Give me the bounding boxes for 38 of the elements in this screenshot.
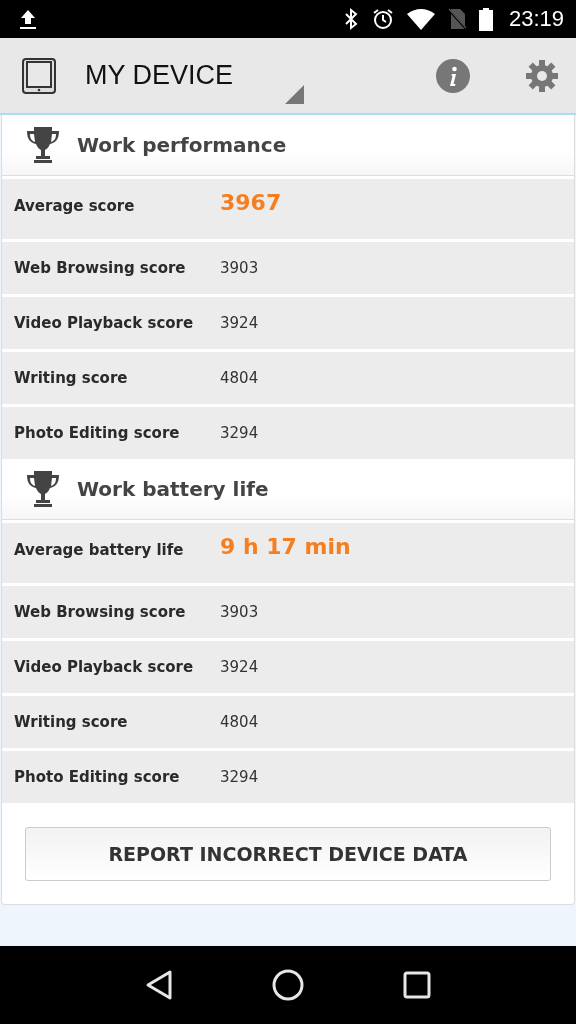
score-value: 3924	[220, 658, 259, 676]
dropdown-triangle-icon[interactable]	[285, 85, 304, 104]
score-label: Video Playback score	[14, 314, 195, 332]
trophy-icon	[26, 470, 60, 508]
score-value: 3903	[220, 603, 259, 621]
average-value: 9 h 17 min	[220, 534, 351, 559]
report-button[interactable]: REPORT INCORRECT DEVICE DATA	[25, 827, 551, 881]
score-label: Writing score	[14, 713, 129, 731]
score-label: Photo Editing score	[14, 424, 181, 442]
score-value: 3924	[220, 314, 259, 332]
score-label: Photo Editing score	[14, 768, 181, 786]
battery-icon	[478, 7, 493, 31]
recent-apps-icon[interactable]	[403, 971, 432, 999]
back-icon[interactable]	[144, 969, 173, 1001]
score-label: Average score	[14, 197, 136, 215]
clock-time: 23:19	[508, 6, 564, 32]
score-value: 4804	[220, 713, 259, 731]
score-label: Writing score	[14, 369, 129, 387]
score-label: Web Browsing score	[14, 259, 187, 277]
score-value: 3903	[220, 259, 259, 277]
trophy-icon	[26, 126, 60, 164]
settings-icon[interactable]	[526, 59, 558, 92]
no-sim-icon	[446, 7, 467, 31]
device-title[interactable]: MY DEVICE	[85, 60, 234, 91]
info-icon[interactable]	[436, 58, 470, 93]
wifi-icon	[406, 8, 435, 30]
home-icon[interactable]	[272, 969, 304, 1001]
section-title: Work performance	[77, 133, 287, 157]
score-label: Web Browsing score	[14, 603, 187, 621]
average-value: 3967	[220, 190, 282, 215]
score-label: Average battery life	[14, 541, 185, 559]
score-value: 3294	[220, 424, 259, 442]
section-title: Work battery life	[77, 477, 269, 501]
score-label: Video Playback score	[14, 658, 195, 676]
tablet-icon[interactable]	[22, 57, 56, 94]
score-value: 4804	[220, 369, 259, 387]
bluetooth-icon	[342, 7, 359, 31]
score-value: 3294	[220, 768, 259, 786]
